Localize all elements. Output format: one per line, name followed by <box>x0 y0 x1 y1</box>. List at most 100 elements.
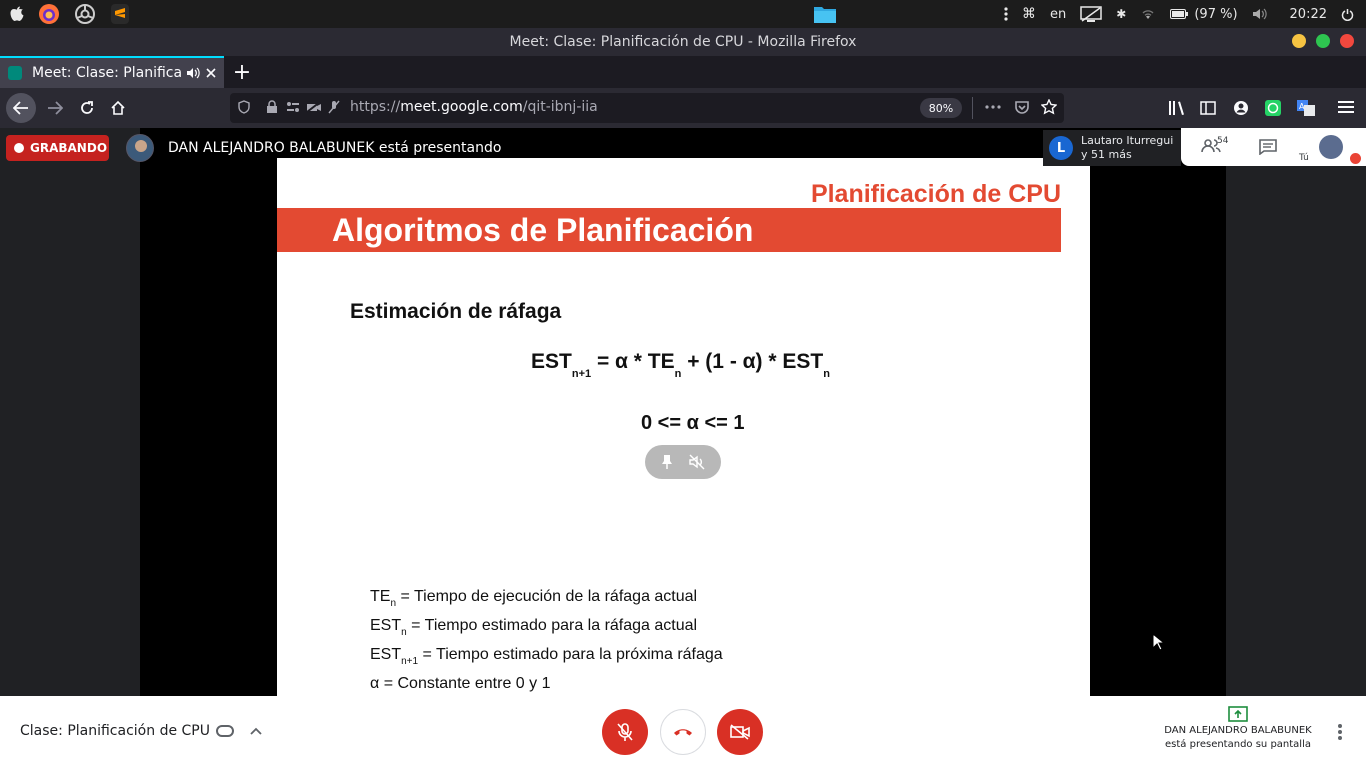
present-screen-icon <box>1228 706 1248 722</box>
permissions-icon[interactable] <box>286 101 300 113</box>
new-tab-button[interactable]: + <box>230 60 254 85</box>
active-speaker-chip[interactable]: L Lautaro Iturregui y 51 más <box>1043 130 1181 166</box>
meeting-details[interactable]: Clase: Planificación de CPU <box>20 723 262 739</box>
presenting-text: está presentando su pantalla <box>1165 739 1311 750</box>
recording-dot-icon <box>14 143 24 153</box>
arrow-right-icon <box>48 101 63 115</box>
url-bar[interactable]: https://meet.google.com/qit-ibnj-iia 80% <box>230 93 1064 123</box>
legend-sym: α <box>370 675 380 692</box>
folder-icon[interactable] <box>813 4 837 24</box>
participant-name: Lautaro Iturregui <box>1081 134 1174 147</box>
url-text[interactable]: https://meet.google.com/qit-ibnj-iia <box>350 99 598 115</box>
presenting-name: DAN ALEJANDRO BALABUNEK <box>1164 725 1312 736</box>
legend-sym: TE <box>370 588 391 605</box>
self-label: Tú <box>1299 153 1309 163</box>
reload-icon <box>81 101 93 114</box>
tab-close-icon[interactable] <box>206 68 216 78</box>
power-icon[interactable] <box>1341 8 1354 21</box>
bookmark-star-icon[interactable] <box>1041 99 1057 115</box>
pin-icon[interactable] <box>660 454 674 470</box>
slide-constraint: 0 <= α <= 1 <box>641 412 745 434</box>
pocket-icon[interactable] <box>1014 100 1030 115</box>
presenter-text: DAN ALEJANDRO BALABUNEK está presentando <box>168 140 502 156</box>
self-avatar[interactable] <box>1319 135 1343 159</box>
people-count: 54 <box>1217 136 1229 146</box>
tab-meet[interactable]: Meet: Clase: Planificac <box>0 56 224 88</box>
formula-lhs-sub: n+1 <box>571 368 592 380</box>
vertical-dots-icon[interactable] <box>1004 6 1008 22</box>
firefox-app-icon[interactable] <box>38 3 60 25</box>
sublime-app-icon[interactable] <box>110 3 130 25</box>
svg-text:A: A <box>1299 102 1305 111</box>
participant-avatar: L <box>1049 136 1073 160</box>
recording-label: GRABANDO <box>30 141 108 155</box>
participant-names: Lautaro Iturregui y 51 más <box>1081 134 1173 162</box>
hang-up-icon <box>674 729 692 736</box>
url-host: meet.google.com <box>400 99 523 115</box>
apple-menu-icon[interactable] <box>10 6 24 22</box>
forward-button[interactable] <box>40 93 70 123</box>
library-icon[interactable] <box>1168 100 1186 116</box>
wifi-icon[interactable] <box>1140 8 1156 20</box>
microphone-off-icon <box>617 723 633 741</box>
presenting-status[interactable]: DAN ALEJANDRO BALABUNEK está presentando… <box>1150 706 1326 752</box>
legend-sym: EST <box>370 646 402 663</box>
volume-icon[interactable] <box>1252 7 1268 21</box>
legend-text: = Tiempo estimado para la próxima ráfaga <box>418 646 723 663</box>
keyboard-language[interactable]: en <box>1050 7 1066 22</box>
chrome-app-icon[interactable] <box>74 3 96 25</box>
slide-formula: ESTn+1 = α * TEn + (1 - α) * ESTn <box>531 350 830 380</box>
clock[interactable]: 20:22 <box>1290 7 1327 22</box>
meet-top-right-panel: 54 Tú <box>1181 128 1366 166</box>
slide-hover-controls <box>645 445 721 479</box>
translate-extension-icon[interactable]: A <box>1297 100 1315 116</box>
mute-presentation-audio-icon[interactable] <box>688 454 706 470</box>
reload-button[interactable] <box>72 93 102 123</box>
legend-line: α = Constante entre 0 y 1 <box>370 673 723 695</box>
slide-title: Algoritmos de Planificación <box>332 212 754 248</box>
hamburger-menu-icon[interactable] <box>1338 100 1354 114</box>
home-icon <box>111 100 125 115</box>
back-button[interactable] <box>6 93 36 123</box>
bluetooth-icon[interactable]: ✱ <box>1116 7 1126 21</box>
legend-line: ESTn = Tiempo estimado para la ráfaga ac… <box>370 615 723 644</box>
participant-more: y 51 más <box>1081 148 1132 161</box>
leave-call-button[interactable] <box>660 709 706 755</box>
legend-line: ESTn+1 = Tiempo estimado para la próxima… <box>370 644 723 673</box>
meet-stage: GRABANDO DAN ALEJANDRO BALABUNEK está pr… <box>0 128 1366 696</box>
command-key-icon: ⌘ <box>1022 6 1037 22</box>
sidebar-toggle-icon[interactable] <box>1200 100 1216 116</box>
more-options-icon[interactable] <box>1337 724 1343 740</box>
microphone-toggle-button[interactable] <box>602 709 648 755</box>
formula-est-sub: n <box>823 368 830 380</box>
tracking-shield-icon[interactable] <box>238 100 250 114</box>
chevron-up-icon[interactable] <box>250 727 262 735</box>
slide-subtitle: Planificación de CPU <box>277 180 1061 208</box>
microphone-blocked-icon[interactable] <box>328 100 340 114</box>
tab-audio-playing-icon[interactable] <box>186 67 200 79</box>
stage-side-left <box>0 128 140 696</box>
battery-indicator[interactable]: (97 %) <box>1170 6 1238 22</box>
chat-button[interactable] <box>1259 139 1279 157</box>
close-window-button[interactable] <box>1340 34 1354 48</box>
meeting-name: Clase: Planificación de CPU <box>20 723 210 739</box>
camera-blocked-icon[interactable] <box>306 101 322 113</box>
lock-icon[interactable] <box>266 100 278 114</box>
page-actions-menu-icon[interactable] <box>985 105 1001 109</box>
os-top-bar: ⌘ en ✱ (97 %) 20:22 <box>0 0 1366 28</box>
whatsapp-extension-icon[interactable] <box>1265 100 1281 116</box>
meet-controls-bar: Clase: Planificación de CPU DAN ALEJANDR… <box>0 696 1366 768</box>
zoom-indicator[interactable]: 80% <box>920 98 962 118</box>
legend-text: = Tiempo de ejecución de la ráfaga actua… <box>396 588 698 605</box>
account-icon[interactable] <box>1233 100 1249 116</box>
minimize-button[interactable] <box>1292 34 1306 48</box>
battery-percent: (97 %) <box>1194 6 1238 22</box>
home-button[interactable] <box>103 93 133 123</box>
screen-share-indicator-icon[interactable] <box>1080 5 1103 23</box>
recording-badge: GRABANDO <box>6 135 109 161</box>
url-scheme: https:// <box>350 99 401 115</box>
camera-toggle-button[interactable] <box>717 709 763 755</box>
maximize-button[interactable] <box>1316 34 1330 48</box>
arrow-left-icon <box>13 101 28 115</box>
slide-heading: Estimación de ráfaga <box>350 300 562 323</box>
